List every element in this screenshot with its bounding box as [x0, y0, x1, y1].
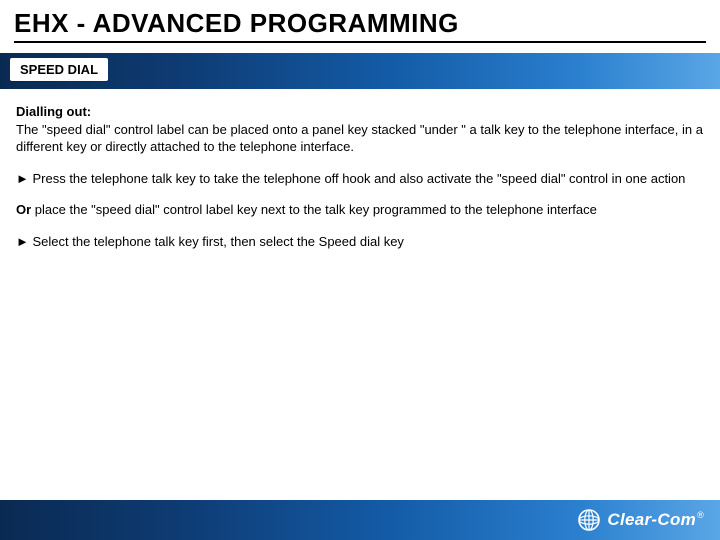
section-tab: SPEED DIAL — [10, 58, 108, 81]
page-title: EHX - ADVANCED PROGRAMMING — [14, 8, 706, 39]
logo-registered: ® — [697, 510, 704, 520]
title-underline — [14, 41, 706, 43]
or-lead: Or — [16, 202, 31, 217]
slide: EHX - ADVANCED PROGRAMMING SPEED DIAL Di… — [0, 0, 720, 540]
or-rest: place the "speed dial" control label key… — [31, 202, 597, 217]
dialling-out-heading: Dialling out: — [16, 104, 91, 119]
globe-icon — [577, 508, 601, 532]
logo-name: Clear-Com — [607, 510, 696, 529]
step-press-talk-key: ► Press the telephone talk key to take t… — [16, 170, 704, 188]
title-area: EHX - ADVANCED PROGRAMMING — [0, 0, 720, 47]
footer-band: Clear-Com® — [0, 500, 720, 540]
or-paragraph: Or place the "speed dial" control label … — [16, 201, 704, 219]
step-select-talk-then-speed: ► Select the telephone talk key first, t… — [16, 233, 704, 251]
logo-text: Clear-Com® — [607, 510, 704, 530]
content-area: Dialling out: The "speed dial" control l… — [0, 89, 720, 250]
header-band: SPEED DIAL — [0, 53, 720, 89]
clear-com-logo: Clear-Com® — [577, 508, 704, 532]
dialling-out-paragraph: Dialling out: The "speed dial" control l… — [16, 103, 704, 156]
dialling-out-body: The "speed dial" control label can be pl… — [16, 122, 703, 155]
